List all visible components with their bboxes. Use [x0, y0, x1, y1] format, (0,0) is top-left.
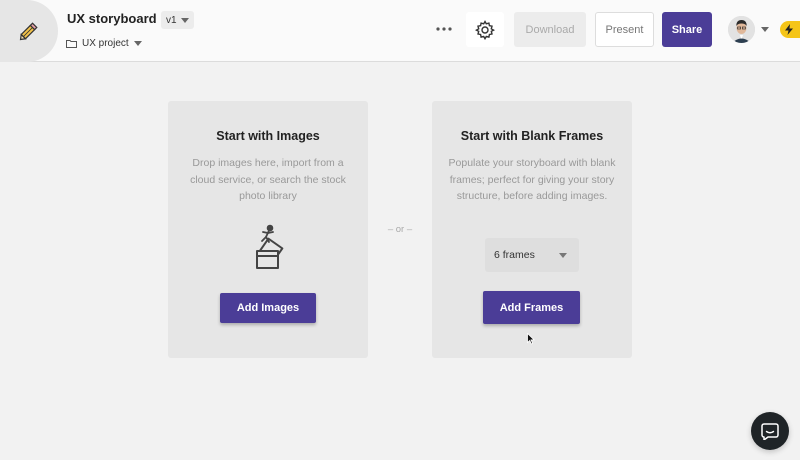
pencil-logo-icon — [19, 22, 38, 41]
folder-icon — [66, 39, 77, 48]
add-images-button[interactable]: Add Images — [220, 293, 316, 323]
chat-support-button[interactable] — [751, 412, 789, 450]
add-frames-button[interactable]: Add Frames — [483, 291, 580, 324]
more-icon — [436, 27, 452, 31]
frames-count-value: 6 frames — [494, 249, 535, 261]
images-card-title: Start with Images — [216, 129, 320, 143]
chat-icon — [761, 422, 779, 440]
present-button[interactable]: Present — [595, 12, 654, 47]
version-dropdown[interactable]: v1 — [161, 11, 194, 29]
app-logo[interactable] — [0, 0, 58, 62]
lightning-icon — [785, 24, 793, 35]
start-with-images-card[interactable]: Start with Images Drop images here, impo… — [168, 101, 368, 358]
project-title[interactable]: UX storyboard — [67, 11, 157, 26]
start-with-blank-frames-card[interactable]: Start with Blank Frames Populate your st… — [432, 101, 632, 358]
project-folder-label: UX project — [82, 37, 129, 49]
share-button[interactable]: Share — [662, 12, 712, 47]
upgrade-badge[interactable] — [780, 21, 800, 38]
frames-card-description: Populate your storyboard with blank fram… — [448, 157, 616, 202]
more-options-button[interactable] — [432, 20, 456, 38]
frames-card-title: Start with Blank Frames — [460, 129, 604, 143]
chevron-down-icon — [180, 17, 189, 23]
cursor-icon — [527, 333, 535, 345]
chevron-down-icon — [133, 40, 142, 46]
avatar-image — [728, 16, 755, 43]
frames-count-select[interactable]: 6 frames — [485, 238, 579, 272]
download-button[interactable]: Download — [514, 12, 586, 47]
chevron-down-icon — [559, 253, 567, 258]
version-label: v1 — [166, 14, 177, 26]
top-bar: UX storyboard v1 UX project Download Pre… — [0, 0, 800, 62]
settings-button[interactable] — [466, 12, 504, 47]
images-card-description: Drop images here, import from a cloud se… — [190, 157, 346, 202]
images-icon — [256, 224, 284, 269]
gear-icon — [475, 19, 495, 40]
avatar-chevron-down-icon[interactable] — [761, 27, 769, 32]
or-separator: – or – — [387, 224, 413, 235]
user-avatar[interactable] — [728, 16, 755, 43]
project-folder-dropdown[interactable]: UX project — [66, 36, 142, 50]
